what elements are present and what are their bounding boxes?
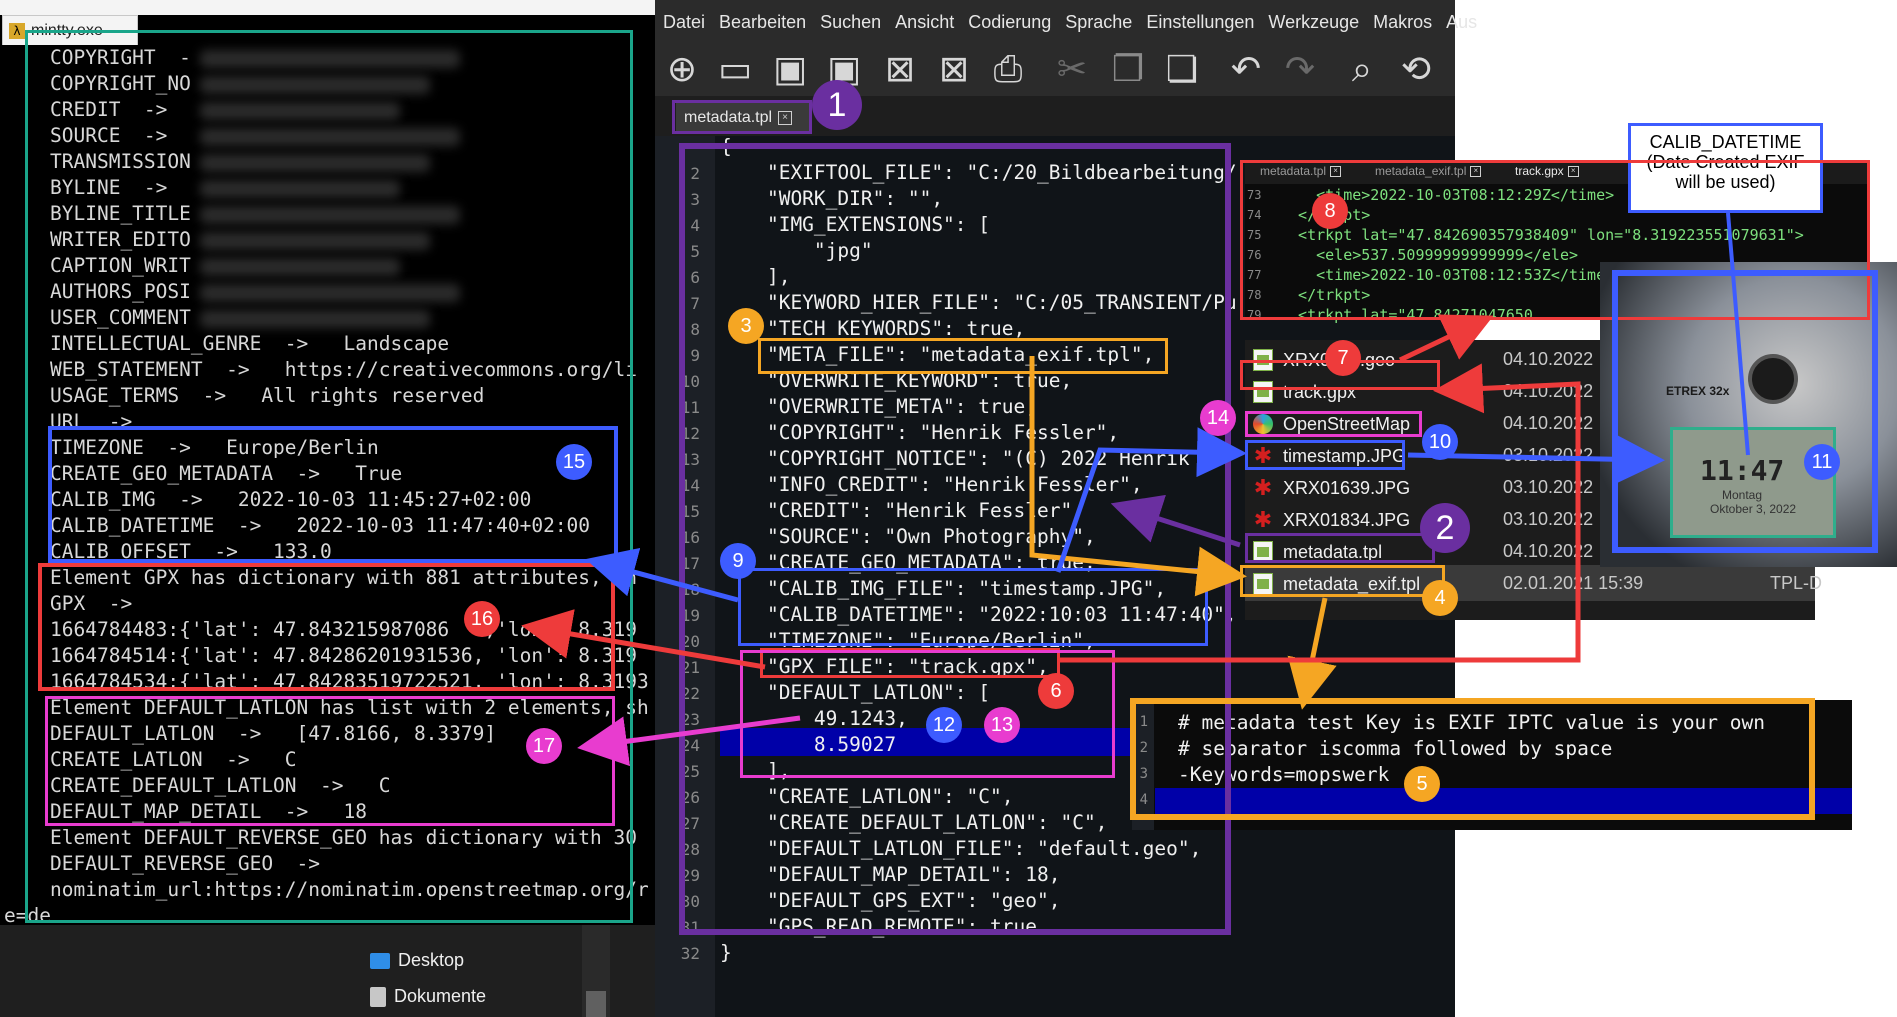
file-type: TPL-D xyxy=(1770,573,1823,593)
menu-werkzeuge[interactable]: Werkzeuge xyxy=(1268,12,1359,33)
line-number: 32 xyxy=(680,944,700,963)
menu-datei[interactable]: Datei xyxy=(663,12,705,33)
image-file-icon: ✱ xyxy=(1253,507,1273,532)
explorer-nav-pane xyxy=(0,925,655,1017)
new-file-icon[interactable]: ⊕ xyxy=(660,48,704,92)
file-date: 03.10.2022 xyxy=(1503,509,1594,529)
annotation-box-14 xyxy=(1245,411,1422,437)
replace-icon[interactable]: ⟲ xyxy=(1394,48,1438,92)
explorer-item-label: Dokumente xyxy=(394,986,487,1006)
file-date: 04.10.2022 xyxy=(1503,349,1594,369)
file-name: XRX01834.JPG xyxy=(1283,509,1411,530)
cut-icon[interactable]: ✂ xyxy=(1050,48,1094,92)
explorer-item-label: Desktop xyxy=(398,950,465,970)
menu-einstellungen[interactable]: Einstellungen xyxy=(1146,12,1254,33)
annotation-box-15 xyxy=(48,426,618,563)
badge-6: 6 xyxy=(1038,673,1074,709)
annotation-box-4 xyxy=(1240,565,1445,597)
menu-suchen[interactable]: Suchen xyxy=(820,12,881,33)
annotation-box-1 xyxy=(672,100,812,134)
badge-12: 12 xyxy=(926,707,962,743)
badge-10: 10 xyxy=(1422,424,1458,460)
annotation-box-9 xyxy=(738,568,1208,646)
save-icon[interactable]: ▣ xyxy=(768,48,812,92)
code-line: } xyxy=(720,941,732,964)
scrollbar-thumb[interactable] xyxy=(586,991,606,1017)
file-row[interactable]: ✱ XRX01834.JPG xyxy=(1253,505,1410,535)
paste-icon[interactable]: ❏ xyxy=(1160,48,1204,92)
badge-11: 11 xyxy=(1804,444,1840,480)
redo-icon[interactable]: ↷ xyxy=(1278,48,1322,92)
annotation-box-3 xyxy=(758,338,1168,374)
explorer-scrollbar[interactable] xyxy=(582,925,610,1017)
file-date: 03.10.2022 xyxy=(1503,477,1594,497)
badge-13: 13 xyxy=(984,707,1020,743)
documents-folder-icon xyxy=(370,986,386,1007)
badge-5: 5 xyxy=(1404,766,1440,802)
undo-icon[interactable]: ↶ xyxy=(1224,48,1268,92)
file-date: 04.10.2022 xyxy=(1503,413,1594,433)
menu-makros[interactable]: Makros xyxy=(1373,12,1432,33)
annotation-box-17 xyxy=(45,696,615,826)
menu-ausfuehren[interactable]: Aus xyxy=(1446,12,1477,33)
annotation-box-device xyxy=(1612,270,1878,553)
badge-14: 14 xyxy=(1200,400,1236,436)
print-icon[interactable]: ⎙ xyxy=(986,48,1030,92)
file-name: XRX01639.JPG xyxy=(1283,477,1411,498)
file-date: 04.10.2022 xyxy=(1503,541,1594,561)
annotation-box-10 xyxy=(1245,440,1405,470)
close-icon[interactable]: ⊠ xyxy=(878,48,922,92)
close-all-icon[interactable]: ⊠ xyxy=(932,48,976,92)
find-icon[interactable]: ⌕ xyxy=(1340,48,1384,92)
lambda-icon: λ xyxy=(9,22,25,39)
badge-3: 3 xyxy=(728,308,764,344)
file-date: 02.01.2021 15:39 xyxy=(1503,573,1644,593)
note-line: CALIB_DATETIME xyxy=(1649,132,1802,152)
badge-7: 7 xyxy=(1325,340,1361,376)
badge-16: 16 xyxy=(464,601,500,637)
menu-ansicht[interactable]: Ansicht xyxy=(895,12,954,33)
desktop-folder-icon xyxy=(370,952,390,969)
menu-bar: Datei Bearbeiten Suchen Ansicht Codierun… xyxy=(655,0,1477,44)
badge-17: 17 xyxy=(526,728,562,764)
annotation-box-16 xyxy=(38,563,615,691)
menu-sprache[interactable]: Sprache xyxy=(1065,12,1132,33)
annotation-box-5 xyxy=(1130,698,1815,820)
explorer-item-desktop[interactable]: Desktop xyxy=(370,950,464,971)
file-date: 04.10.2022 xyxy=(1503,381,1594,401)
open-folder-icon[interactable]: ▭ xyxy=(713,48,757,92)
file-row[interactable]: ✱ XRX01639.JPG xyxy=(1253,473,1410,503)
menu-codierung[interactable]: Codierung xyxy=(968,12,1051,33)
badge-8: 8 xyxy=(1312,193,1348,229)
badge-1: 1 xyxy=(812,80,862,130)
image-file-icon: ✱ xyxy=(1253,475,1273,500)
file-date: 03.10.2022 xyxy=(1503,445,1594,465)
badge-15: 15 xyxy=(556,444,592,480)
badge-4: 4 xyxy=(1422,580,1458,616)
terminal-title-strip xyxy=(0,0,655,15)
badge-9: 9 xyxy=(720,543,756,579)
explorer-item-dokumente[interactable]: Dokumente xyxy=(370,986,486,1007)
badge-2: 2 xyxy=(1420,503,1470,553)
menu-bearbeiten[interactable]: Bearbeiten xyxy=(719,12,806,33)
annotation-box-12 xyxy=(740,650,1115,778)
annotation-box-2 xyxy=(1245,533,1435,563)
copy-icon[interactable]: ❐ xyxy=(1106,48,1150,92)
